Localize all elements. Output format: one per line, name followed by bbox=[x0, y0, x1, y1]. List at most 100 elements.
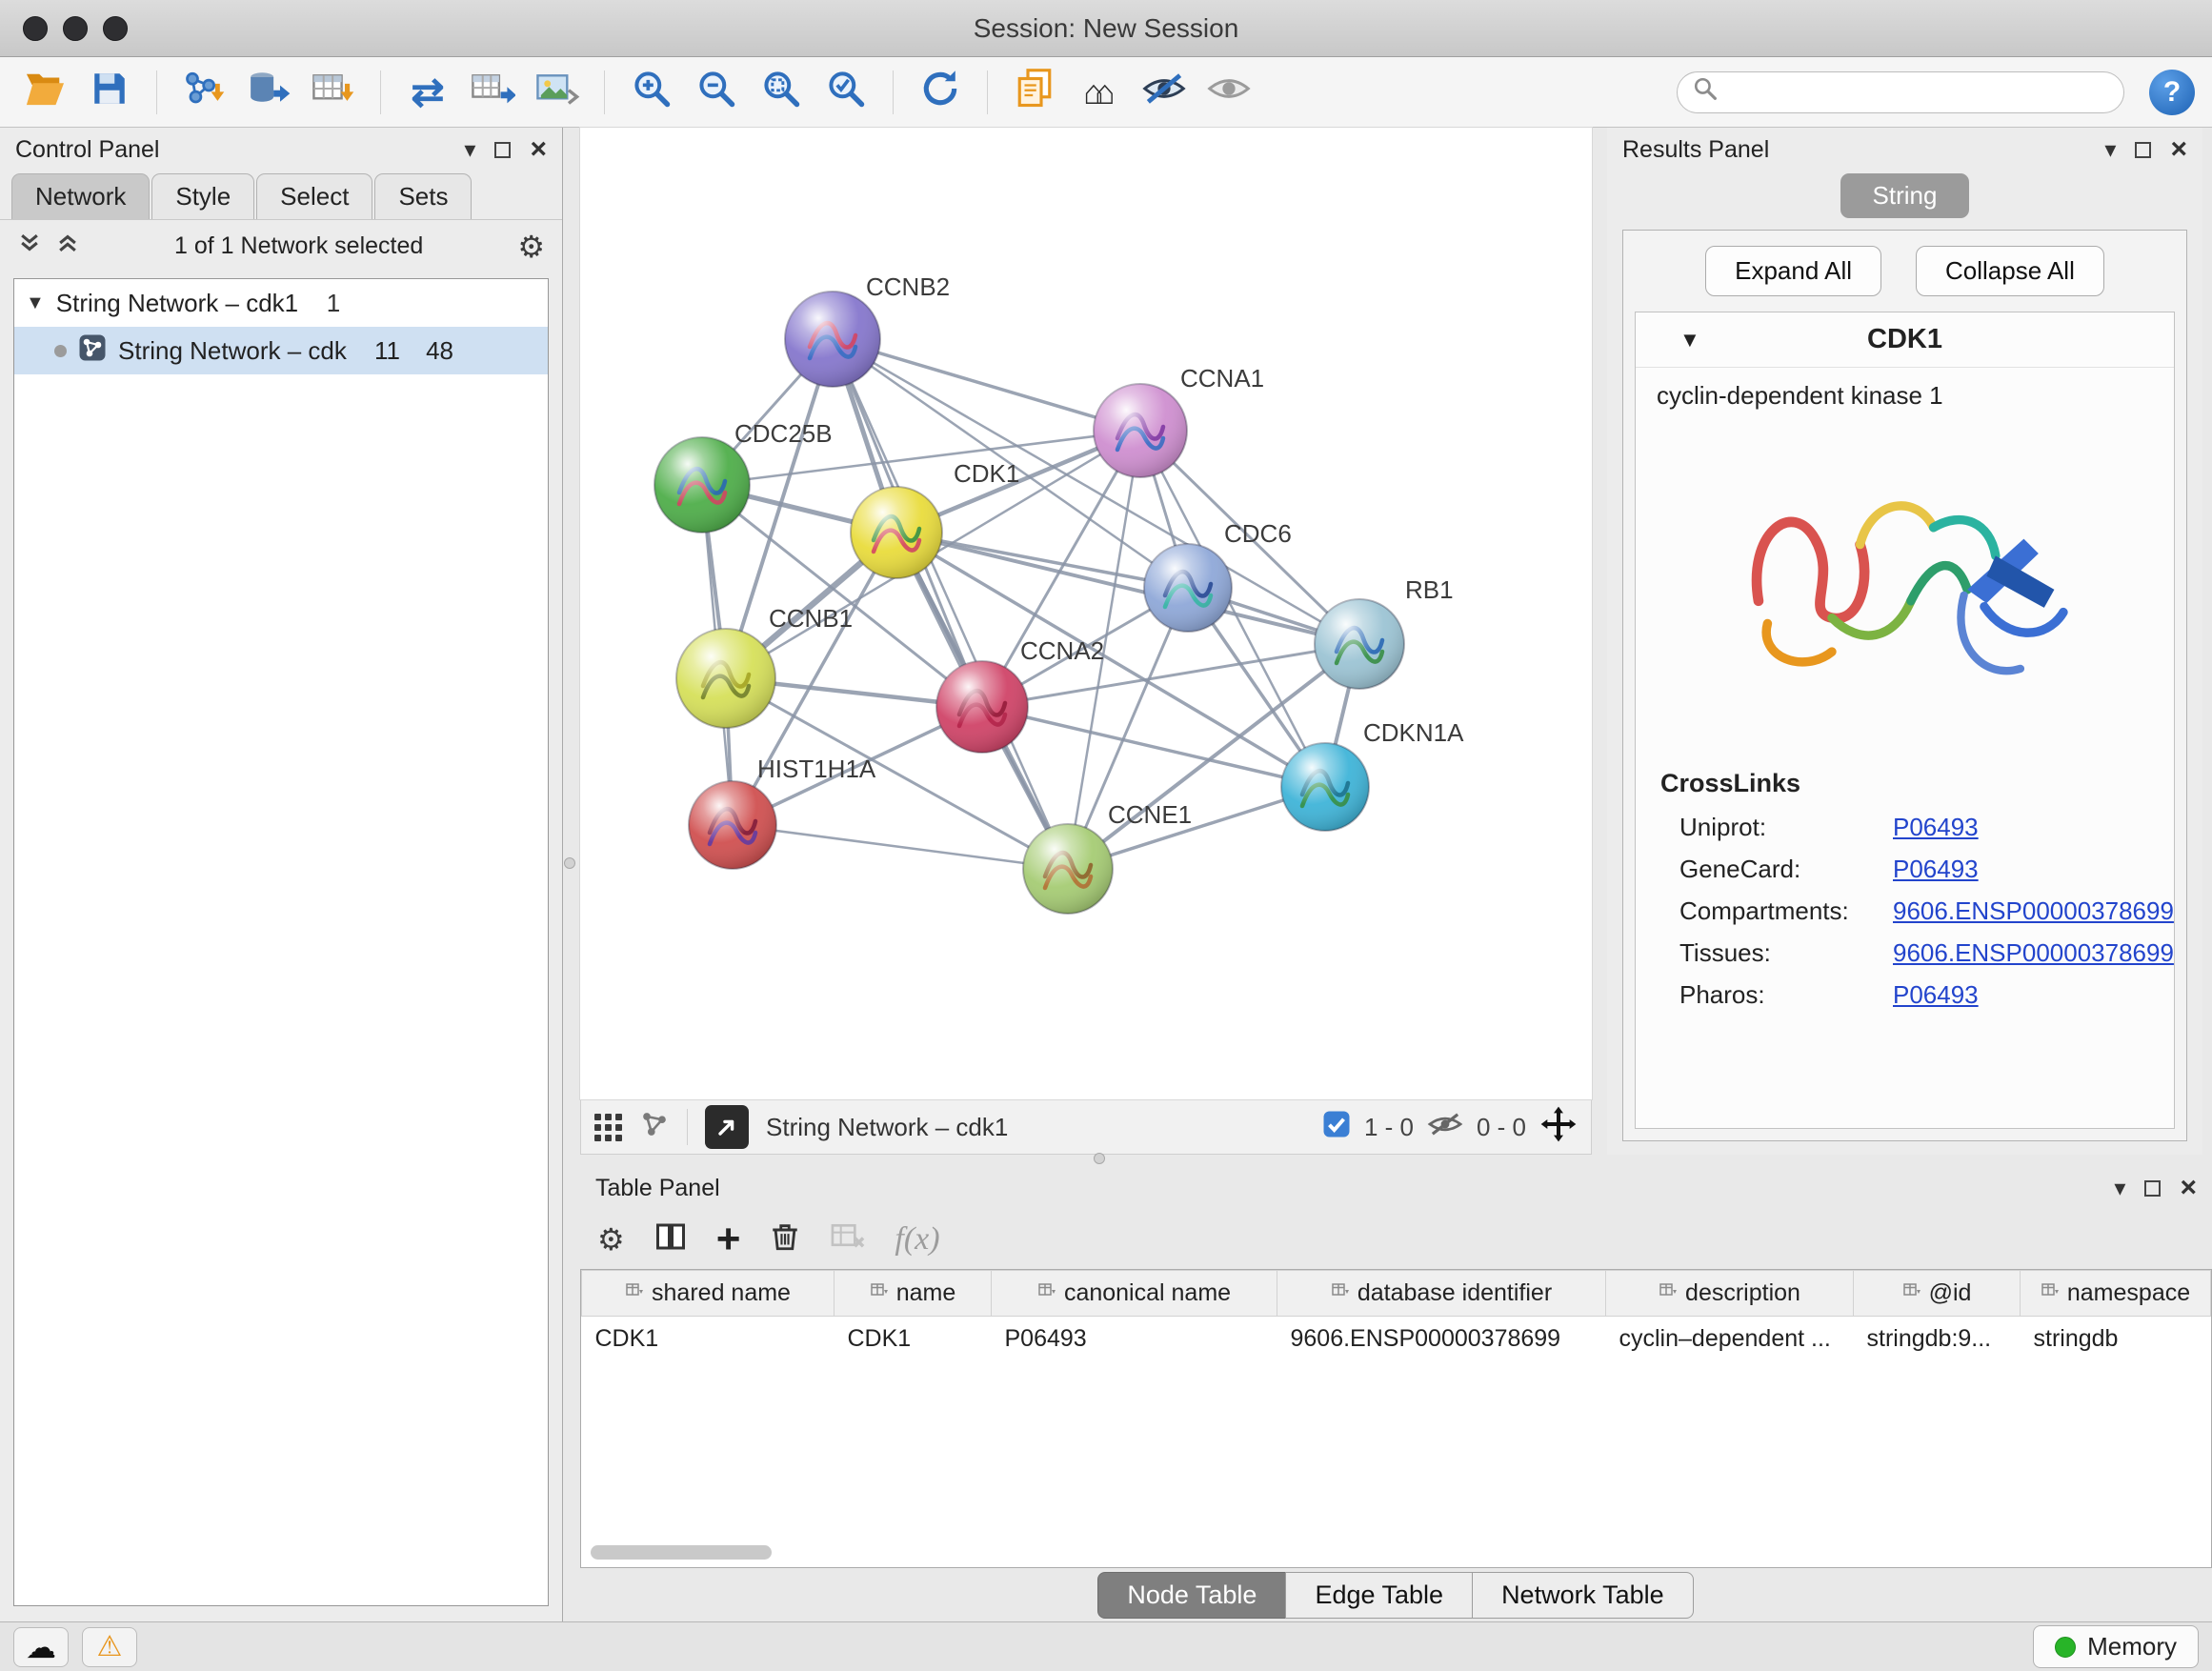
column-header-name[interactable]: name bbox=[835, 1271, 992, 1317]
float-panel-icon[interactable] bbox=[2135, 142, 2151, 158]
gene-expand-icon[interactable]: ▼ bbox=[1679, 328, 1700, 352]
expand-all-networks-icon[interactable] bbox=[17, 231, 42, 262]
crosslink-link[interactable]: P06493 bbox=[1893, 855, 1979, 884]
table-cell[interactable]: 9606.ENSP00000378699 bbox=[1277, 1317, 1606, 1362]
minimize-window-button[interactable] bbox=[63, 16, 88, 41]
network-overview-icon[interactable] bbox=[639, 1109, 670, 1146]
column-header-database-identifier[interactable]: database identifier bbox=[1277, 1271, 1606, 1317]
table-cell[interactable]: cyclin–dependent ... bbox=[1606, 1317, 1854, 1362]
show-columns-icon[interactable] bbox=[654, 1219, 688, 1260]
table-cell[interactable]: P06493 bbox=[992, 1317, 1277, 1362]
column-header-shared-name[interactable]: shared name bbox=[582, 1271, 835, 1317]
node-CCNA1[interactable]: CCNA1 bbox=[1094, 364, 1264, 477]
import-network-from-database-button[interactable] bbox=[241, 65, 296, 120]
float-panel-icon[interactable] bbox=[2144, 1180, 2161, 1197]
collapse-panel-icon[interactable]: ▾ bbox=[464, 136, 475, 164]
edge-CDK1-RB1[interactable] bbox=[896, 533, 1359, 644]
close-panel-icon[interactable]: × bbox=[530, 135, 547, 164]
collapse-panel-icon[interactable]: ▾ bbox=[2104, 136, 2116, 164]
selected-checkbox-icon[interactable] bbox=[1322, 1110, 1351, 1145]
zoom-in-button[interactable] bbox=[624, 65, 679, 120]
collection-expand-icon[interactable]: ▼ bbox=[26, 292, 45, 314]
node-RB1[interactable]: RB1 bbox=[1315, 575, 1454, 689]
column-header-description[interactable]: description bbox=[1606, 1271, 1854, 1317]
apply-layout-button[interactable] bbox=[913, 65, 968, 120]
edge-HIST1H1A-CCNE1[interactable] bbox=[733, 825, 1068, 869]
node-CDC25B[interactable]: CDC25B bbox=[654, 419, 833, 533]
node-CCNB1[interactable]: CCNB1 bbox=[676, 604, 853, 728]
cloud-status-button[interactable]: ☁ bbox=[13, 1627, 69, 1667]
gene-section-header[interactable]: ▼ CDK1 bbox=[1636, 312, 2174, 368]
show-hidden-button[interactable] bbox=[1201, 65, 1257, 120]
network-collection-row[interactable]: ▼ String Network – cdk1 1 bbox=[14, 279, 548, 327]
node-CDKN1A[interactable]: CDKN1A bbox=[1281, 718, 1464, 831]
network-row-selected[interactable]: String Network – cdk1 11 48 bbox=[14, 327, 548, 374]
show-all-networks-button[interactable]: ⌂⌂ bbox=[1072, 65, 1127, 120]
table-row[interactable]: CDK1CDK1P064939606.ENSP00000378699cyclin… bbox=[582, 1317, 2211, 1362]
open-session-button[interactable] bbox=[17, 65, 72, 120]
import-network-from-file-button[interactable] bbox=[176, 65, 231, 120]
memory-button[interactable]: Memory bbox=[2033, 1625, 2199, 1668]
network-from-table-button[interactable] bbox=[465, 65, 520, 120]
tab-style[interactable]: Style bbox=[151, 173, 254, 219]
expand-all-button[interactable]: Expand All bbox=[1705, 246, 1881, 296]
delete-column-trash-icon[interactable] bbox=[769, 1220, 801, 1259]
close-panel-icon[interactable]: × bbox=[2170, 135, 2187, 164]
crosslink-link[interactable]: P06493 bbox=[1893, 813, 1979, 842]
crosslink-link[interactable]: P06493 bbox=[1893, 980, 1979, 1010]
network-options-gear-icon[interactable]: ⚙ bbox=[517, 232, 545, 262]
zoom-fit-button[interactable] bbox=[754, 65, 809, 120]
column-header--id[interactable]: @id bbox=[1854, 1271, 2021, 1317]
horizontal-scrollbar[interactable] bbox=[591, 1545, 772, 1560]
pan-crosshair-icon[interactable] bbox=[1539, 1105, 1578, 1150]
tab-network-table[interactable]: Network Table bbox=[1472, 1572, 1694, 1619]
zoom-out-button[interactable] bbox=[689, 65, 744, 120]
network-graph[interactable]: CCNB2CCNA1CDC25BCDK1CDC6RB1CCNB1CCNA2CDK… bbox=[580, 128, 1592, 1099]
crosslink-link[interactable]: 9606.ENSP00000378699 bbox=[1893, 938, 2174, 968]
table-cell[interactable]: CDK1 bbox=[835, 1317, 992, 1362]
node-CCNE1[interactable]: CCNE1 bbox=[1023, 800, 1192, 914]
table-cell[interactable]: stringdb bbox=[2021, 1317, 2211, 1362]
hide-selected-button[interactable] bbox=[1136, 65, 1192, 120]
tab-network[interactable]: Network bbox=[11, 173, 150, 219]
crosslink-link[interactable]: 9606.ENSP00000378699 bbox=[1893, 896, 2174, 926]
results-tab-string[interactable]: String bbox=[1840, 173, 1970, 218]
collapse-panel-icon[interactable]: ▾ bbox=[2114, 1175, 2125, 1202]
table-cell[interactable]: CDK1 bbox=[582, 1317, 835, 1362]
copy-document-button[interactable] bbox=[1007, 65, 1062, 120]
tab-edge-table[interactable]: Edge Table bbox=[1285, 1572, 1473, 1619]
open-in-new-window-button[interactable] bbox=[705, 1105, 749, 1149]
add-column-icon[interactable]: + bbox=[716, 1222, 741, 1256]
column-header-canonical-name[interactable]: canonical name bbox=[992, 1271, 1277, 1317]
import-table-from-file-button[interactable] bbox=[306, 65, 361, 120]
horizontal-splitter[interactable] bbox=[580, 1155, 2212, 1166]
hidden-eye-slash-icon[interactable] bbox=[1427, 1110, 1463, 1145]
edge-CCNA2-CDKN1A[interactable] bbox=[982, 707, 1325, 787]
node-CCNB2[interactable]: CCNB2 bbox=[785, 272, 950, 387]
export-image-button[interactable] bbox=[530, 65, 585, 120]
float-panel-icon[interactable] bbox=[494, 142, 511, 158]
horizontal-splitter-handle[interactable] bbox=[1094, 1153, 1105, 1164]
tab-sets[interactable]: Sets bbox=[374, 173, 472, 219]
tab-select[interactable]: Select bbox=[256, 173, 372, 219]
collapse-all-button[interactable]: Collapse All bbox=[1916, 246, 2104, 296]
table-options-gear-icon[interactable]: ⚙ bbox=[597, 1224, 625, 1255]
edge-CCNB2-CCNE1[interactable] bbox=[833, 339, 1068, 869]
vertical-splitter-handle[interactable] bbox=[564, 857, 575, 869]
birds-eye-view-icon[interactable] bbox=[594, 1114, 622, 1141]
save-session-button[interactable] bbox=[82, 65, 137, 120]
table-cell[interactable]: stringdb:9... bbox=[1854, 1317, 2021, 1362]
column-header-namespace[interactable]: namespace bbox=[2021, 1271, 2211, 1317]
function-builder-icon[interactable]: f(x) bbox=[895, 1221, 939, 1258]
new-network-button[interactable]: ⇄ bbox=[400, 65, 455, 120]
close-panel-icon[interactable]: × bbox=[2180, 1174, 2197, 1202]
network-canvas[interactable]: CCNB2CCNA1CDC25BCDK1CDC6RB1CCNB1CCNA2CDK… bbox=[580, 128, 1592, 1099]
tab-node-table[interactable]: Node Table bbox=[1097, 1572, 1286, 1619]
collapse-all-networks-icon[interactable] bbox=[55, 231, 80, 262]
zoom-window-button[interactable] bbox=[103, 16, 128, 41]
zoom-selected-button[interactable] bbox=[818, 65, 874, 120]
search-input[interactable] bbox=[1727, 79, 2108, 106]
warnings-button[interactable]: ⚠ bbox=[82, 1627, 137, 1667]
node-HIST1H1A[interactable]: HIST1H1A bbox=[689, 755, 876, 869]
help-button[interactable]: ? bbox=[2149, 70, 2195, 115]
